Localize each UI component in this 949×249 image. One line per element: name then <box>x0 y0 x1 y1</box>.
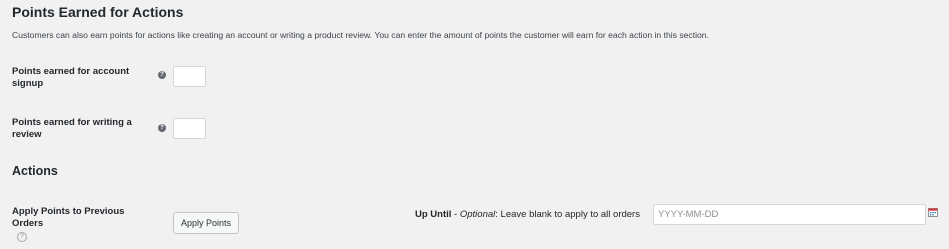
review-points-input[interactable] <box>173 118 206 139</box>
up-until-label-optional: Optional <box>459 209 496 220</box>
account-signup-points-input[interactable] <box>173 66 206 87</box>
account-signup-points-label: Points earned for account signup <box>12 66 130 89</box>
apply-previous-orders-label: Apply Points to Previous Orders <box>12 206 125 229</box>
section-title-points-earned: Points Earned for Actions <box>12 4 184 20</box>
help-tip-icon[interactable]: ? <box>158 71 166 79</box>
help-circle-icon[interactable]: ? <box>17 232 27 242</box>
up-until-label: Up Until - Optional: Leave blank to appl… <box>415 209 640 220</box>
settings-page: Points Earned for Actions Customers can … <box>0 0 949 249</box>
review-points-label: Points earned for writing a review <box>12 117 132 140</box>
help-tip-icon[interactable]: ? <box>158 124 166 132</box>
up-until-label-dash: - <box>451 209 460 220</box>
section-description: Customers can also earn points for actio… <box>12 30 709 40</box>
up-until-label-bold: Up Until <box>415 209 452 220</box>
up-until-date-input[interactable] <box>653 204 926 225</box>
up-until-label-rest: : Leave blank to apply to all orders <box>495 209 640 220</box>
section-title-actions: Actions <box>12 164 58 178</box>
apply-points-button[interactable]: Apply Points <box>173 212 240 234</box>
calendar-icon[interactable] <box>928 208 938 217</box>
